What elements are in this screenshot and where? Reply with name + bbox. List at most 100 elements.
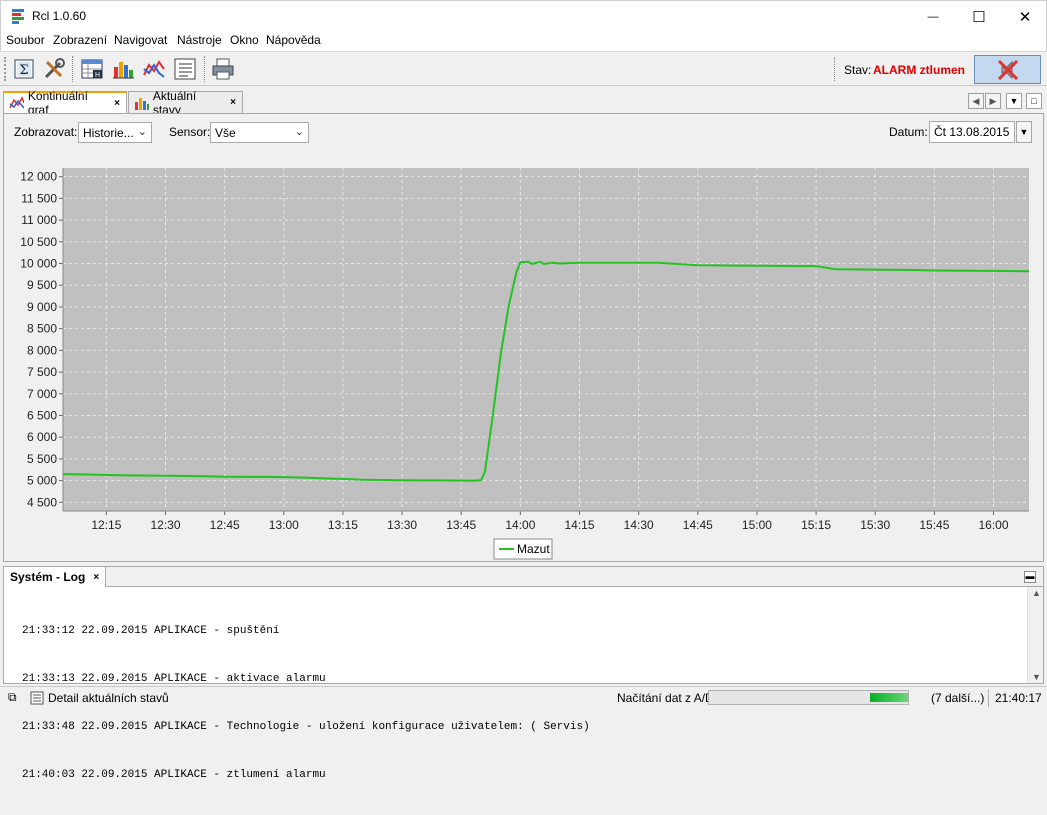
y-tick-label: 7 000 [27, 387, 57, 401]
y-tick-label: 6 500 [27, 408, 57, 422]
datum-dropdown-button[interactable]: ▼ [1016, 121, 1032, 143]
svg-text:Σ: Σ [19, 63, 28, 78]
line-chart-icon [9, 96, 24, 109]
scroll-down-icon[interactable]: ▼ [1032, 672, 1041, 682]
y-tick-label: 8 500 [27, 322, 57, 336]
x-tick-label: 15:15 [801, 518, 831, 532]
y-tick-label: 9 500 [27, 278, 57, 292]
menu-napoveda[interactable]: Nápověda [266, 33, 321, 47]
detail-status-link[interactable]: Detail aktuálních stavů [48, 691, 169, 705]
menu-zobrazeni[interactable]: Zobrazení [53, 33, 107, 47]
log-header: Systém - Log × ▬ [4, 567, 1043, 587]
tab-list-dropdown[interactable]: ▼ [1006, 93, 1022, 109]
x-tick-label: 13:45 [446, 518, 476, 532]
table-export-button[interactable]: H [78, 56, 106, 82]
y-tick-label: 6 000 [27, 430, 57, 444]
y-tick-label: 11 500 [21, 191, 57, 205]
table-export-icon: H [81, 59, 103, 79]
toolbar-separator [204, 56, 205, 82]
print-button[interactable] [209, 56, 237, 82]
status-value: ALARM ztlumen [873, 63, 965, 77]
x-tick-label: 12:15 [91, 518, 121, 532]
status-separator [988, 689, 989, 707]
list-icon [174, 58, 196, 80]
tab-aktualni-stavy[interactable]: Aktuální stavy × [128, 89, 243, 117]
loading-progress-bar [708, 690, 909, 705]
tab-scroll-left-button[interactable]: ◀ [968, 93, 984, 109]
chart-legend: Mazut [493, 538, 553, 560]
restore-windows-icon[interactable]: ⧉ [8, 690, 17, 705]
progress-fill [870, 693, 908, 702]
x-tick-label: 14:00 [505, 518, 535, 532]
maximize-button[interactable]: ☐ [956, 1, 1002, 32]
y-tick-label: 12 000 [20, 170, 57, 184]
y-tick-label: 7 500 [27, 365, 57, 379]
alarm-mute-icon [997, 59, 1018, 80]
alarm-mute-button[interactable] [974, 55, 1041, 84]
status-label: Stav: [844, 63, 872, 77]
list-button[interactable] [171, 56, 199, 82]
zobrazovat-select[interactable]: Historie... ⌄ [78, 122, 152, 143]
menu-bar: Soubor Zobrazení Navigovat Nástroje Okno… [0, 31, 1047, 51]
menu-nastroje[interactable]: Nástroje [177, 33, 222, 47]
close-button[interactable]: ✕ [1002, 1, 1047, 32]
x-tick-label: 13:00 [269, 518, 299, 532]
x-tick-label: 12:30 [150, 518, 180, 532]
x-tick-label: 15:00 [742, 518, 772, 532]
x-tick-label: 14:45 [683, 518, 713, 532]
minimize-button[interactable]: — [910, 1, 956, 32]
sum-report-button[interactable]: Σ [10, 56, 38, 82]
minimize-icon: — [927, 10, 939, 23]
more-tasks-link[interactable]: (7 další...) [931, 691, 984, 705]
y-tick-label: 9 000 [27, 300, 57, 314]
bar-chart-button[interactable] [109, 56, 137, 82]
tab-close-icon[interactable]: × [114, 98, 120, 109]
zobrazovat-value: Historie... [83, 125, 134, 140]
bar-chart-icon [135, 97, 149, 110]
maximize-icon: ☐ [972, 8, 986, 26]
menu-soubor[interactable]: Soubor [6, 33, 45, 47]
line-chart-button[interactable] [140, 56, 168, 82]
tools-button[interactable] [40, 56, 68, 82]
document-tab-bar: Kontinuální graf × Aktuální stavy × ◀ ▶ … [3, 89, 1044, 117]
log-line: 21:33:12 22.09.2015 APLIKACE - spuštění [22, 625, 280, 637]
x-tick-label: 15:30 [860, 518, 890, 532]
line-chart: 4 500 5 000 5 500 6 000 6 500 7 000 7 500 8 000… [20, 168, 1030, 560]
x-tick-label: 14:15 [564, 518, 594, 532]
sensor-label: Sensor: [169, 125, 211, 139]
sensor-select[interactable]: Vše ⌄ [210, 122, 309, 143]
scroll-up-icon[interactable]: ▲ [1032, 588, 1041, 598]
log-close-icon[interactable]: × [93, 572, 99, 583]
list-icon [30, 691, 44, 705]
chevron-down-icon: ⌄ [294, 126, 304, 138]
y-tick-label: 5 000 [27, 474, 57, 488]
log-minimize-button[interactable]: ▬ [1024, 571, 1036, 583]
clock: 21:40:17 [995, 691, 1042, 705]
print-icon [212, 58, 234, 80]
y-tick-label: 10 000 [20, 257, 57, 271]
datum-value: Čt 13.08.2015 [934, 125, 1010, 139]
log-line: 21:33:13 22.09.2015 APLIKACE - aktivace … [22, 673, 326, 685]
y-tick-label: 5 500 [27, 452, 57, 466]
log-scrollbar[interactable]: ▲ ▼ [1027, 587, 1043, 683]
y-tick-label: 8 000 [27, 343, 57, 357]
tab-scroll-right-button[interactable]: ▶ [985, 93, 1001, 109]
log-panel: Systém - Log × ▬ 21:33:12 22.09.2015 APL… [3, 566, 1044, 781]
toolbar-grip[interactable] [4, 57, 6, 81]
datum-field[interactable]: Čt 13.08.2015 [929, 121, 1015, 143]
log-tab[interactable]: Systém - Log × [4, 567, 107, 587]
sensor-value: Vše [215, 125, 236, 140]
status-bar: ⧉ Detail aktuálních stavů Načítání dat z… [0, 686, 1047, 709]
tab-close-icon[interactable]: × [230, 97, 236, 108]
window-title: Rcl 1.0.60 [32, 9, 87, 23]
x-tick-label: 13:15 [328, 518, 358, 532]
maximize-panel-button[interactable]: □ [1026, 93, 1042, 109]
zobrazovat-label: Zobrazovat: [14, 125, 78, 139]
tab-kontinualni-graf[interactable]: Kontinuální graf × [3, 89, 127, 117]
x-tick-label: 12:45 [210, 518, 240, 532]
menu-navigovat[interactable]: Navigovat [114, 33, 167, 47]
menu-okno[interactable]: Okno [230, 33, 259, 47]
tools-icon [44, 58, 65, 79]
x-tick-label: 16:00 [978, 518, 1008, 532]
y-tick-label: 11 000 [21, 213, 57, 227]
